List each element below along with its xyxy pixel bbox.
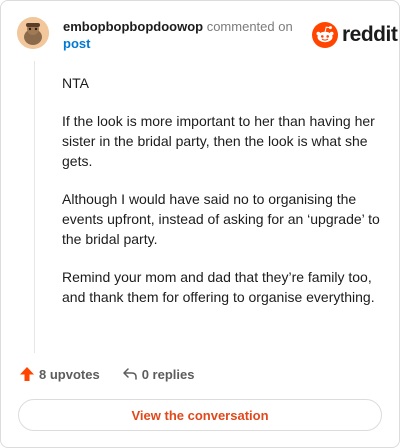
comment-paragraph: Although I would have said no to organis… (62, 191, 380, 247)
comment-paragraph: NTA (62, 75, 89, 91)
reply-arrow-icon (122, 368, 137, 380)
upvote-arrow-icon (20, 367, 34, 381)
comment-actions: 8 upvotes 0 replies (19, 366, 194, 382)
avatar[interactable] (17, 17, 49, 49)
action-text: commented on (206, 19, 293, 34)
reddit-logo[interactable]: reddit (312, 22, 398, 48)
comment-paragraph: Remind your mom and dad that they’re fam… (62, 269, 375, 305)
comment-paragraph: If the look is more important to her tha… (62, 113, 375, 169)
view-conversation-button[interactable]: View the conversation (18, 399, 382, 431)
replies-button[interactable]: 0 replies (122, 366, 195, 382)
replies-count: 0 replies (141, 366, 195, 382)
username-link[interactable]: embopbopbopdoowop (63, 19, 203, 34)
avatar-image (17, 17, 49, 49)
upvote-count: 8 upvotes (39, 366, 100, 382)
comment-body: NTA If the look is more important to her… (62, 73, 380, 325)
upvote-button[interactable]: 8 upvotes (19, 366, 100, 382)
reddit-wordmark: reddit (342, 23, 398, 46)
post-link[interactable]: post (63, 36, 90, 51)
reddit-snoo-icon (312, 22, 338, 48)
comment-header: embopbopbopdoowop commented on post (63, 18, 295, 52)
thread-line (34, 61, 35, 353)
embedded-comment-card: embopbopbopdoowop commented on post redd… (0, 0, 400, 448)
